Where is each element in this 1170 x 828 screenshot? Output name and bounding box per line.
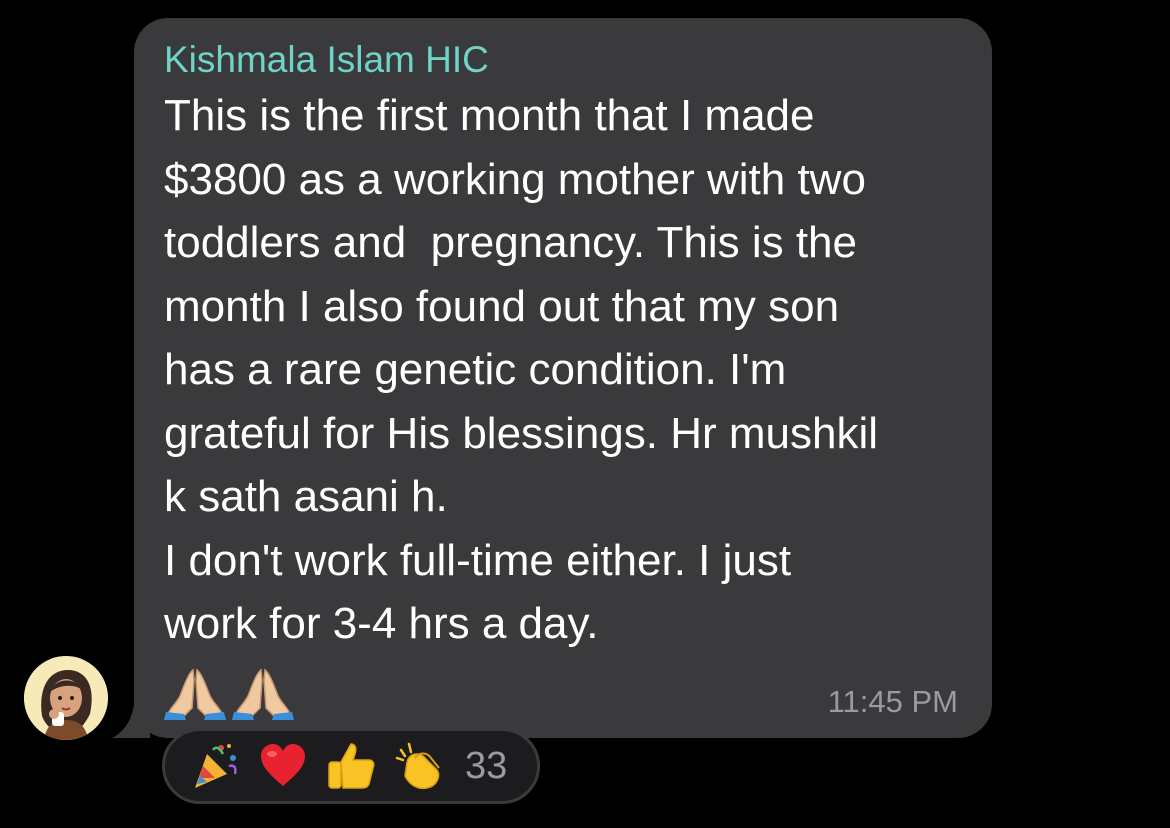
chat-screen: Kishmala Islam HIC This is the first mon… bbox=[0, 0, 1170, 828]
folded-hands-icon bbox=[164, 668, 226, 720]
message-timestamp: 11:45 PM bbox=[827, 684, 958, 719]
message-text-line: month I also found out that my son bbox=[164, 281, 840, 331]
thumbs-up-icon bbox=[328, 743, 375, 789]
folded-hands-icon bbox=[232, 668, 294, 720]
reactions-pill[interactable]: 33 bbox=[162, 728, 540, 804]
message-text-line: k sath asani h. bbox=[164, 472, 448, 521]
trailing-emojis bbox=[164, 668, 294, 720]
party-popper-icon bbox=[195, 744, 237, 788]
message-bubble[interactable]: Kishmala Islam HIC This is the first mon… bbox=[134, 18, 992, 738]
message-text-line: grateful for His blessings. Hr mushkil bbox=[164, 408, 879, 458]
red-heart-icon bbox=[261, 744, 305, 786]
message-text-line: I don't work full-time either. I just bbox=[164, 535, 792, 585]
message-text-line: $3800 as a working mother with two bbox=[164, 154, 866, 204]
reaction-count: 33 bbox=[465, 744, 508, 787]
message-text-line: This is the first month that I made bbox=[164, 91, 815, 140]
message-text-line: toddlers and pregnancy. This is the bbox=[164, 218, 857, 267]
sender-name[interactable]: Kishmala Islam HIC bbox=[164, 38, 958, 82]
message-text-line: has a rare genetic condition. I'm bbox=[164, 345, 787, 394]
sender-avatar[interactable] bbox=[24, 656, 108, 740]
message-text-line: work for 3-4 hrs a day. bbox=[164, 599, 599, 648]
clapping-hands-icon bbox=[395, 742, 440, 790]
avatar-memoji-icon bbox=[24, 656, 108, 740]
